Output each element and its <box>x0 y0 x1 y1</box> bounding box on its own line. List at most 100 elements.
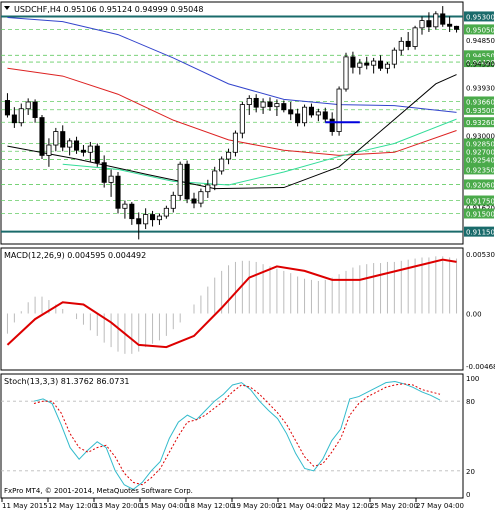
candle-body-18 <box>129 203 135 220</box>
candle-body-16 <box>115 175 121 209</box>
candle-body-19 <box>136 218 142 225</box>
time-tick-label-5: 19 May 20:00 <box>232 502 280 510</box>
price-tick-label-13: 0.92540 <box>466 157 495 165</box>
price-tick-label-2: 0.94850 <box>466 37 495 45</box>
macd-tick-label-0: 0.005307 <box>466 251 495 259</box>
time-tick-label-7: 22 May 12:00 <box>324 502 372 510</box>
candle-body-0 <box>4 100 10 116</box>
candle-body-29 <box>205 184 211 193</box>
candle-body-7 <box>53 131 59 146</box>
candle-body-49 <box>343 56 349 90</box>
stoch-tick-label-0: 100 <box>466 375 479 383</box>
candle-body-39 <box>274 103 280 108</box>
macd-title: MACD(12,26,9) 0.004595 0.004492 <box>4 251 146 260</box>
price-tick-label-19: 0.91150 <box>466 229 495 237</box>
candle-body-30 <box>212 170 218 186</box>
candle-body-58 <box>405 40 411 47</box>
candle-body-62 <box>433 13 439 28</box>
time-tick-label-8: 25 May 20:00 <box>370 502 418 510</box>
stoch-title: Stoch(13,3,3) 81.3762 86.0731 <box>4 377 130 386</box>
candle-body-22 <box>156 215 162 221</box>
candle-body-50 <box>350 56 356 68</box>
stoch-tick-label-1: 80 <box>466 398 475 406</box>
price-tick-label-14: 0.92350 <box>466 166 495 174</box>
time-tick-label-9: 27 May 04:00 <box>416 502 464 510</box>
candle-body-48 <box>336 88 342 132</box>
candle-body-36 <box>253 97 259 108</box>
time-tick-label-1: 12 May 12:00 <box>48 502 96 510</box>
candle-body-17 <box>122 203 128 209</box>
price-tick-label-15: 0.92060 <box>466 181 495 189</box>
candle-body-56 <box>391 49 397 65</box>
candle-body-25 <box>177 163 183 196</box>
price-title: USDCHF,H4 0.95106 0.95124 0.94999 0.9504… <box>14 5 203 14</box>
candle-body-14 <box>101 162 107 183</box>
macd-tick-label-2: -0.004686 <box>466 363 495 371</box>
candle-body-43 <box>302 106 308 124</box>
candle-body-60 <box>419 20 425 29</box>
candle-body-2 <box>18 108 24 124</box>
candle-body-10 <box>74 140 80 151</box>
candle-body-8 <box>60 131 66 148</box>
candle-body-21 <box>150 214 156 221</box>
copyright-text: FxPro MT4, © 2001-2014, MetaQuotes Softw… <box>4 487 193 495</box>
candle-body-27 <box>191 198 197 204</box>
candle-body-51 <box>357 62 363 68</box>
candle-body-20 <box>143 214 149 225</box>
candle-body-44 <box>308 106 314 116</box>
candle-body-3 <box>25 101 31 110</box>
price-tick-label-0: 0.95300 <box>466 13 495 21</box>
candle-body-4 <box>32 101 38 118</box>
price-tick-label-9: 0.93260 <box>466 119 495 127</box>
price-tick-label-5: 0.94390 <box>466 61 495 69</box>
time-tick-label-2: 13 May 20:00 <box>94 502 142 510</box>
candle-body-31 <box>219 158 225 172</box>
time-tick-label-3: 15 May 04:00 <box>140 502 188 510</box>
stoch-tick-label-3: 0 <box>466 491 470 499</box>
price-tick-label-6: 0.93930 <box>466 84 495 92</box>
candle-body-63 <box>440 13 446 25</box>
candle-body-15 <box>108 175 114 183</box>
candle-body-46 <box>322 111 328 120</box>
macd-tick-label-1: 0.00 <box>466 310 482 318</box>
candle-body-33 <box>232 132 238 153</box>
candle-body-54 <box>378 60 384 69</box>
candle-body-38 <box>267 101 273 108</box>
time-tick-label-6: 21 May 04:00 <box>278 502 326 510</box>
candle-body-52 <box>364 62 370 66</box>
candle-body-34 <box>239 104 245 134</box>
price-tick-label-18: 0.91500 <box>466 210 495 218</box>
candle-body-64 <box>447 23 453 27</box>
candle-body-41 <box>288 109 294 115</box>
stoch-tick-label-2: 20 <box>466 468 475 476</box>
candle-body-37 <box>260 101 266 108</box>
candle-body-45 <box>315 111 321 116</box>
time-tick-label-4: 18 May 12:00 <box>186 502 234 510</box>
chart-window: 0.95300 0.95050 0.94850 0.94550 0.94420 0.943… <box>0 0 495 510</box>
candle-body-47 <box>329 118 335 132</box>
chart-canvas: 0.953000.950500.948500.945500.944200.943… <box>0 0 495 510</box>
candle-body-13 <box>94 145 100 164</box>
price-tick-label-8: 0.93500 <box>466 107 495 115</box>
candle-body-65 <box>454 25 460 30</box>
candle-body-24 <box>170 194 176 209</box>
price-tick-label-1: 0.95050 <box>466 26 495 34</box>
candle-body-28 <box>198 191 204 204</box>
candle-body-11 <box>80 149 86 153</box>
candle-body-32 <box>226 151 232 160</box>
candle-body-5 <box>39 117 45 156</box>
time-tick-label-0: 11 May 2015 <box>2 502 48 510</box>
candle-body-40 <box>281 103 287 111</box>
candle-body-55 <box>384 63 390 69</box>
candle-body-23 <box>163 207 169 217</box>
candle-body-53 <box>371 60 377 66</box>
candle-body-59 <box>412 27 418 47</box>
candle-body-1 <box>11 114 17 124</box>
candle-body-35 <box>246 97 252 105</box>
candle-body-6 <box>46 144 52 156</box>
candle-body-26 <box>184 163 190 200</box>
candle-body-12 <box>87 145 93 153</box>
candle-body-42 <box>295 113 301 124</box>
candle-body-9 <box>67 140 73 148</box>
candle-body-61 <box>426 20 432 28</box>
